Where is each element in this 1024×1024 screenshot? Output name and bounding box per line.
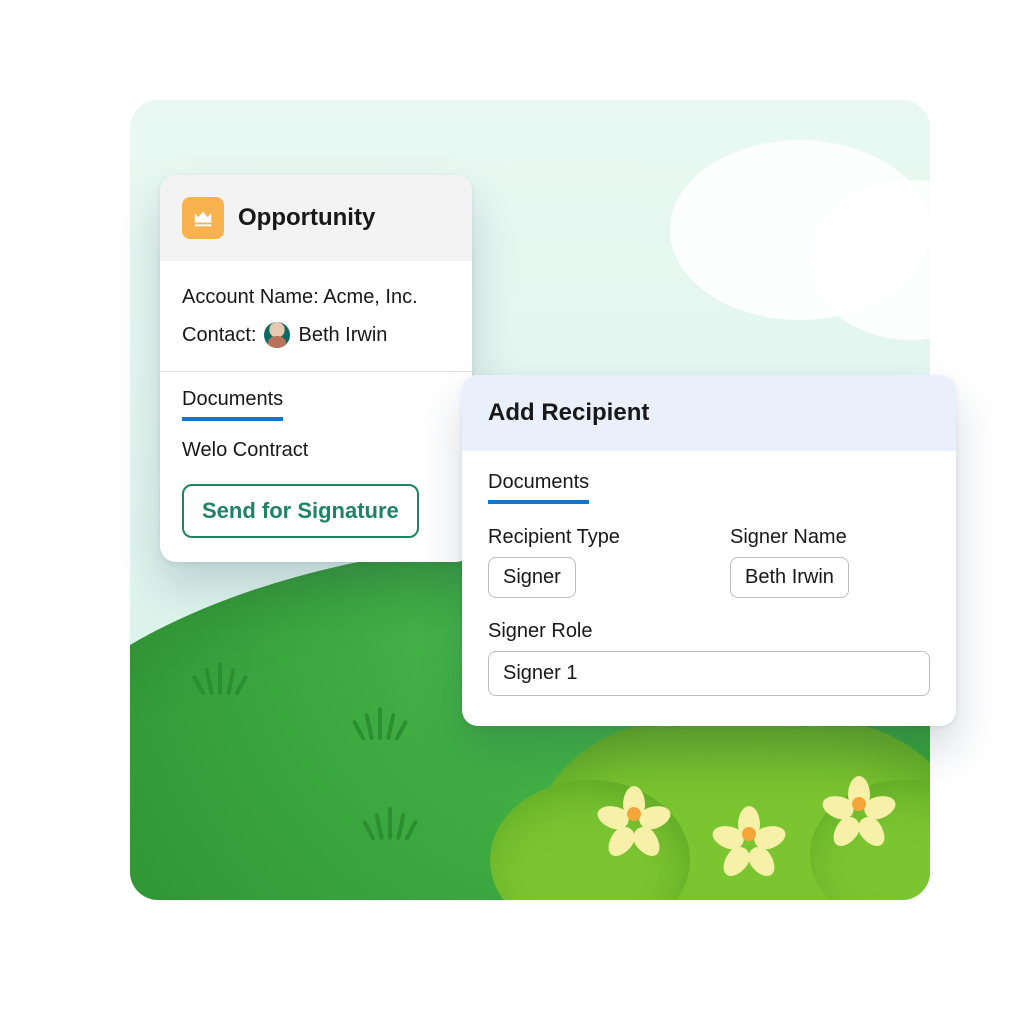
flower-decoration xyxy=(608,788,660,840)
opportunity-title: Opportunity xyxy=(238,204,375,232)
grass-tuft xyxy=(200,673,240,700)
opportunity-crown-icon xyxy=(182,197,224,239)
signer-role-field: Signer Role Signer 1 xyxy=(488,620,930,696)
signer-name-input[interactable]: Beth Irwin xyxy=(730,557,849,598)
grass-tuft xyxy=(360,718,400,745)
opportunity-header: Opportunity xyxy=(160,175,472,261)
recipient-type-field: Recipient Type Signer xyxy=(488,518,688,598)
opportunity-card: Opportunity Account Name: Acme, Inc. Con… xyxy=(160,175,472,562)
account-name-value: Acme, Inc. xyxy=(323,286,417,308)
signer-name-label: Signer Name xyxy=(730,526,930,549)
contact-label: Contact: xyxy=(182,319,256,351)
recipient-type-label: Recipient Type xyxy=(488,526,688,549)
avatar xyxy=(264,322,290,348)
document-item[interactable]: Welo Contract xyxy=(182,439,450,462)
send-for-signature-button[interactable]: Send for Signature xyxy=(182,484,419,538)
add-recipient-body: Documents Recipient Type Signer Signer N… xyxy=(462,451,956,726)
opportunity-documents-section: Documents Welo Contract Send for Signatu… xyxy=(160,372,472,562)
add-recipient-title: Add Recipient xyxy=(462,375,956,451)
signer-role-label: Signer Role xyxy=(488,620,930,643)
flower-decoration xyxy=(833,778,885,830)
account-name-row: Account Name: Acme, Inc. xyxy=(182,281,450,313)
contact-name[interactable]: Beth Irwin xyxy=(298,319,387,351)
opportunity-body: Account Name: Acme, Inc. Contact: Beth I… xyxy=(160,261,472,361)
signer-name-field: Signer Name Beth Irwin xyxy=(730,518,930,598)
cloud-decoration xyxy=(630,110,930,310)
recipient-type-input[interactable]: Signer xyxy=(488,557,576,598)
signer-role-input[interactable]: Signer 1 xyxy=(488,651,930,696)
add-recipient-card: Add Recipient Documents Recipient Type S… xyxy=(462,375,956,726)
account-name-label: Account Name: xyxy=(182,286,319,308)
tab-documents[interactable]: Documents xyxy=(488,471,589,504)
flower-decoration xyxy=(723,808,775,860)
grass-tuft xyxy=(370,818,410,845)
tab-documents[interactable]: Documents xyxy=(182,388,283,421)
contact-row: Contact: Beth Irwin xyxy=(182,319,450,351)
